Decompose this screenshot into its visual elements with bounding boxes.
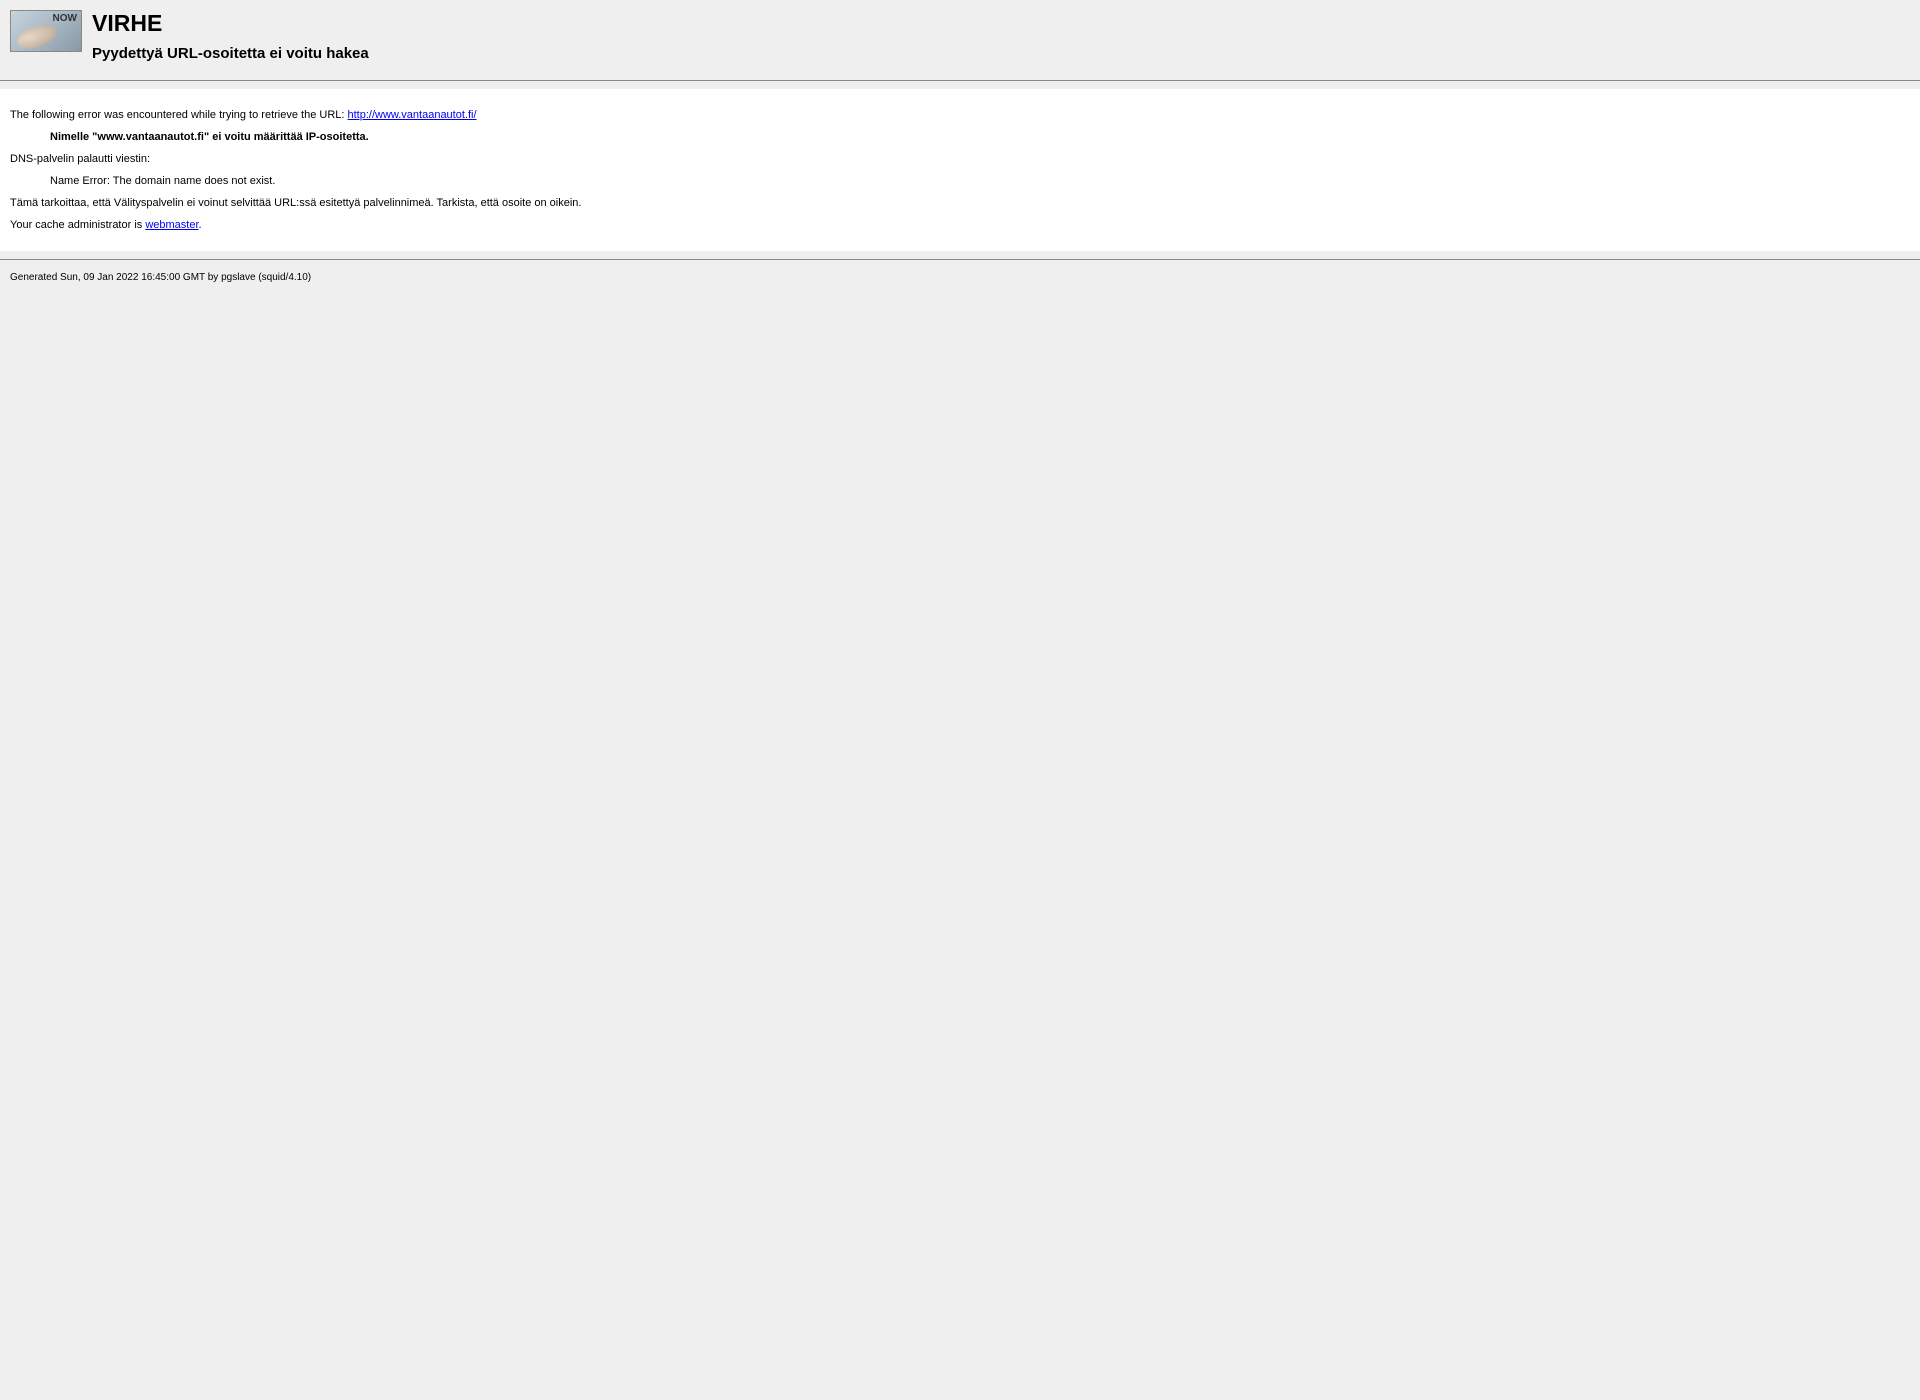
- error-intro-paragraph: The following error was encountered whil…: [10, 109, 1910, 121]
- dns-intro-paragraph: DNS-palvelin palautti viestin:: [10, 153, 1910, 165]
- error-url-link[interactable]: http://www.vantaanautot.fi/: [348, 109, 477, 121]
- error-message-block: Nimelle "www.vantaanautot.fi" ei voitu m…: [50, 131, 1910, 143]
- header-divider: [0, 80, 1920, 81]
- dns-message-block: Name Error: The domain name does not exi…: [50, 175, 1910, 187]
- header-text-container: VIRHE Pyydettyä URL-osoitetta ei voitu h…: [92, 10, 369, 62]
- admin-paragraph: Your cache administrator is webmaster.: [10, 219, 1910, 231]
- error-content: The following error was encountered whil…: [0, 89, 1920, 251]
- admin-intro-text: Your cache administrator is: [10, 219, 145, 231]
- error-intro-text: The following error was encountered whil…: [10, 109, 348, 121]
- squid-logo-icon: NOW: [10, 10, 82, 52]
- generated-text: Generated Sun, 09 Jan 2022 16:45:00 GMT …: [10, 272, 311, 283]
- explanation-paragraph: Tämä tarkoittaa, että Välityspalvelin ei…: [10, 197, 1910, 209]
- error-subtitle: Pyydettyä URL-osoitetta ei voitu hakea: [92, 45, 369, 62]
- error-header: NOW VIRHE Pyydettyä URL-osoitetta ei voi…: [0, 0, 1920, 72]
- dns-message-text: Name Error: The domain name does not exi…: [50, 175, 275, 187]
- squid-graphic: [15, 22, 59, 52]
- admin-suffix: .: [199, 219, 202, 231]
- logo-text: NOW: [53, 13, 77, 24]
- webmaster-link[interactable]: webmaster: [145, 219, 198, 231]
- footer-divider: [0, 259, 1920, 260]
- error-message-text: Nimelle "www.vantaanautot.fi" ei voitu m…: [50, 131, 369, 143]
- footer: Generated Sun, 09 Jan 2022 16:45:00 GMT …: [0, 268, 1920, 287]
- error-title: VIRHE: [92, 10, 369, 37]
